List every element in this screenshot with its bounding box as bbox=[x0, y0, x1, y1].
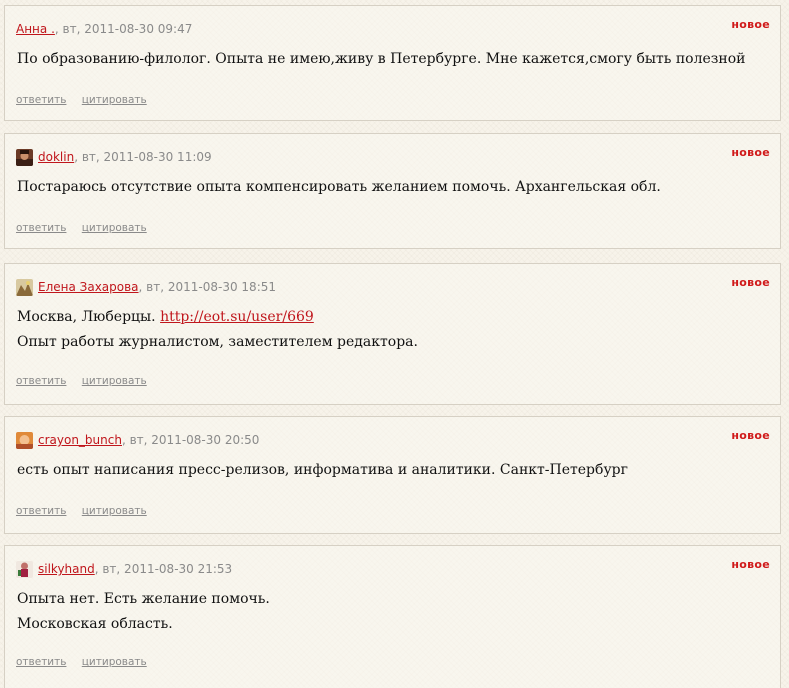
reply-link[interactable]: ответить bbox=[16, 505, 66, 517]
comment-meta: crayon_bunch , вт, 2011-08-30 20:50 bbox=[16, 431, 259, 449]
comment: Анна . , вт, 2011-08-30 09:47 новое По о… bbox=[4, 5, 781, 121]
author-link[interactable]: Елена Захарова bbox=[38, 280, 139, 294]
reply-link[interactable]: ответить bbox=[16, 375, 66, 387]
comment-actions: ответить цитировать bbox=[16, 375, 159, 387]
new-badge: новое bbox=[731, 146, 770, 159]
comment-date: , вт, 2011-08-30 21:53 bbox=[94, 562, 233, 576]
new-badge: новое bbox=[731, 558, 770, 571]
comment-line: Опыт работы журналистом, заместителем ре… bbox=[17, 334, 418, 350]
reply-link[interactable]: ответить bbox=[16, 222, 66, 234]
comment-actions: ответить цитировать bbox=[16, 222, 159, 234]
comment-date: , вт, 2011-08-30 09:47 bbox=[54, 22, 193, 36]
comment-meta: Елена Захарова , вт, 2011-08-30 18:51 bbox=[16, 278, 276, 296]
author-link[interactable]: Анна . bbox=[16, 22, 55, 36]
quote-link[interactable]: цитировать bbox=[82, 656, 147, 668]
profile-link[interactable]: http://eot.su/user/669 bbox=[160, 309, 314, 325]
avatar[interactable] bbox=[16, 431, 33, 449]
quote-link[interactable]: цитировать bbox=[82, 94, 147, 106]
comment-date: , вт, 2011-08-30 18:51 bbox=[138, 280, 277, 294]
comment: crayon_bunch , вт, 2011-08-30 20:50 ново… bbox=[4, 416, 781, 534]
comment-date: , вт, 2011-08-30 20:50 bbox=[121, 433, 260, 447]
comment-date: , вт, 2011-08-30 11:09 bbox=[74, 150, 212, 164]
comment-meta: silkyhand , вт, 2011-08-30 21:53 bbox=[16, 560, 232, 578]
comment-body: есть опыт написания пресс-релизов, инфор… bbox=[17, 458, 628, 483]
comment: Елена Захарова , вт, 2011-08-30 18:51 но… bbox=[4, 263, 781, 405]
author-link[interactable]: silkyhand bbox=[38, 562, 95, 576]
reply-link[interactable]: ответить bbox=[16, 656, 66, 668]
comment-line: Опыта нет. Есть желание помочь. bbox=[17, 591, 270, 607]
avatar[interactable] bbox=[16, 278, 33, 296]
avatar[interactable] bbox=[16, 148, 33, 166]
comment-actions: ответить цитировать bbox=[16, 505, 159, 517]
new-badge: новое bbox=[731, 429, 770, 442]
comment-line: Постараюсь отсутствие опыта компенсирова… bbox=[17, 179, 661, 195]
comment-body: По образованию-филолог. Опыта не имею,жи… bbox=[17, 47, 746, 72]
quote-link[interactable]: цитировать bbox=[82, 505, 147, 517]
comment-meta: Анна . , вт, 2011-08-30 09:47 bbox=[16, 20, 192, 38]
comment: silkyhand , вт, 2011-08-30 21:53 новое О… bbox=[4, 545, 781, 688]
comment-body: Постараюсь отсутствие опыта компенсирова… bbox=[17, 175, 661, 200]
comment-body: Опыта нет. Есть желание помочь. Московск… bbox=[17, 587, 270, 637]
comment-line: Москва, Люберцы. http://eot.su/user/669 bbox=[17, 305, 418, 330]
author-link[interactable]: doklin bbox=[38, 150, 74, 164]
avatar[interactable] bbox=[16, 560, 33, 578]
quote-link[interactable]: цитировать bbox=[82, 222, 147, 234]
comment: doklin , вт, 2011-08-30 11:09 новое Пост… bbox=[4, 133, 781, 249]
comment-line: Московская область. bbox=[17, 616, 173, 632]
comment-body: Москва, Люберцы. http://eot.su/user/669 … bbox=[17, 305, 418, 355]
comment-line: По образованию-филолог. Опыта не имею,жи… bbox=[17, 51, 746, 67]
author-link[interactable]: crayon_bunch bbox=[38, 433, 122, 447]
comment-actions: ответить цитировать bbox=[16, 94, 159, 106]
comment-line: есть опыт написания пресс-релизов, инфор… bbox=[17, 462, 628, 478]
comment-meta: doklin , вт, 2011-08-30 11:09 bbox=[16, 148, 212, 166]
reply-link[interactable]: ответить bbox=[16, 94, 66, 106]
comment-text: Москва, Люберцы. bbox=[17, 309, 161, 325]
new-badge: новое bbox=[731, 18, 770, 31]
comment-actions: ответить цитировать bbox=[16, 656, 159, 668]
quote-link[interactable]: цитировать bbox=[82, 375, 147, 387]
new-badge: новое bbox=[731, 276, 770, 289]
